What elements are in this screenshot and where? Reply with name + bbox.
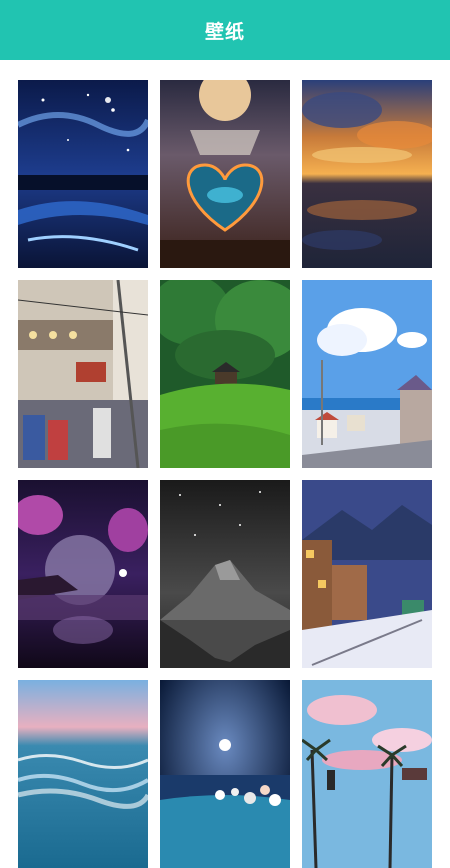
wallpaper-thumbnail-green-hill-house[interactable] (160, 280, 290, 468)
wallpaper-thumbnail-ocean-waves[interactable] (18, 680, 148, 868)
wallpaper-grid (18, 80, 432, 868)
wallpaper-thumbnail-purple-moon-tree[interactable] (18, 480, 148, 668)
wallpaper-thumbnail-seaside-town-clouds[interactable] (302, 280, 432, 468)
page-title: 壁纸 (204, 20, 245, 43)
wallpaper-thumbnail-heart-lake-moon[interactable] (160, 80, 290, 268)
wallpaper-thumbnail-snowy-town-train[interactable] (302, 480, 432, 668)
wallpaper-thumbnail-mountain-starry-bw[interactable] (160, 480, 290, 668)
wallpaper-thumbnail-anime-street[interactable] (18, 280, 148, 468)
top-bar: 壁纸 (0, 0, 450, 60)
wallpaper-thumbnail-palm-sunset-street[interactable] (302, 680, 432, 868)
wallpaper-thumbnail-sunset-reflection[interactable] (302, 80, 432, 268)
wallpaper-thumbnail-night-beach-moon[interactable] (160, 680, 290, 868)
wallpaper-thumbnail-galaxy-river-night[interactable] (18, 80, 148, 268)
